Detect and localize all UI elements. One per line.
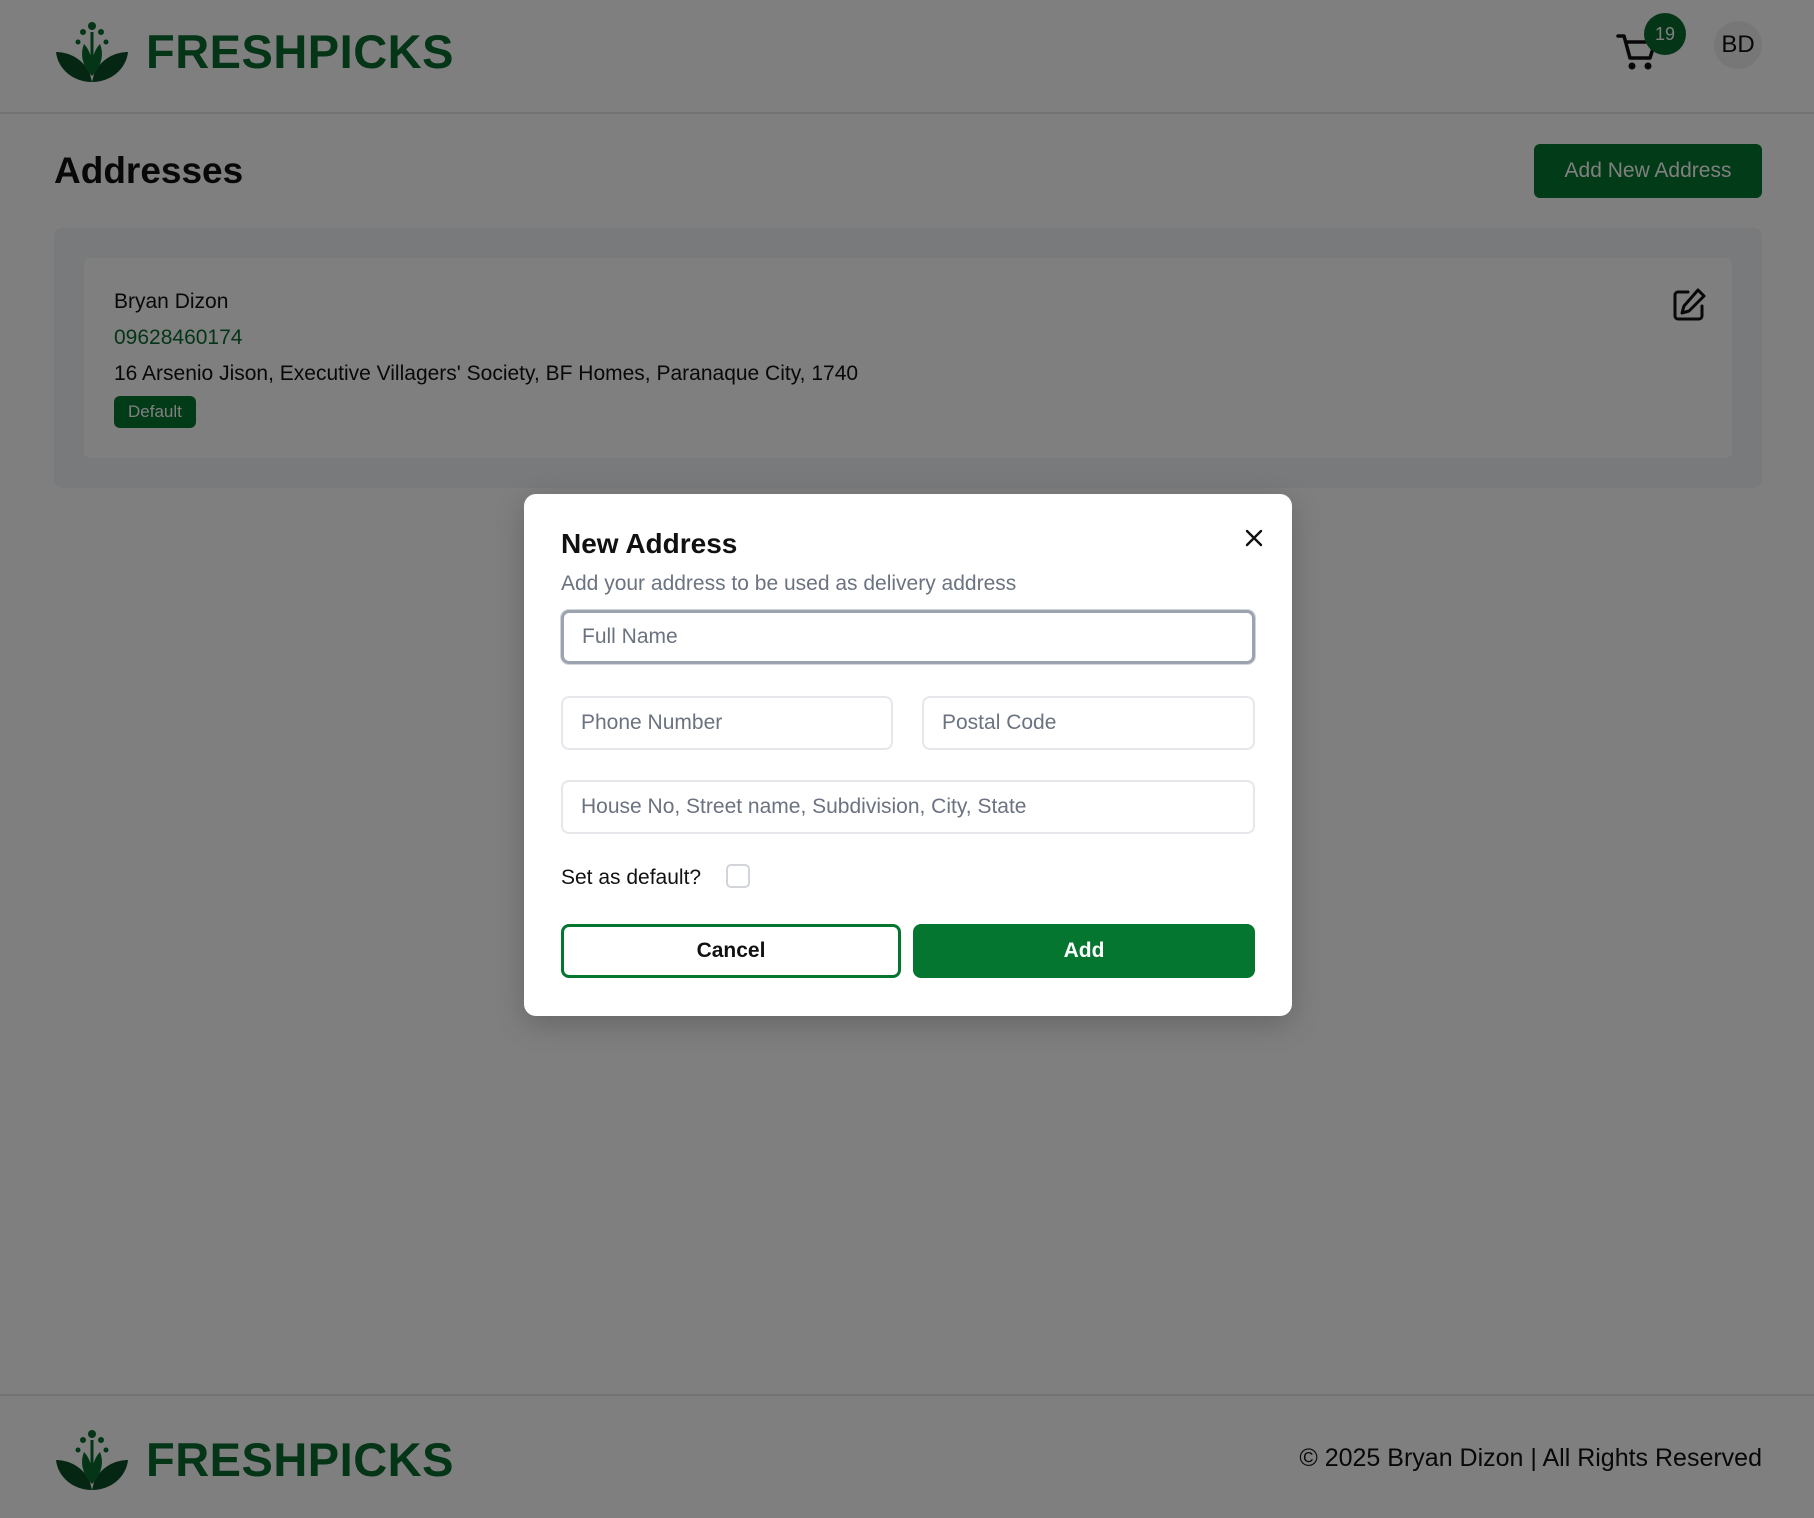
postal-code-input[interactable] (922, 696, 1255, 750)
dialog-subtitle: Add your address to be used as delivery … (561, 572, 1017, 595)
cancel-button[interactable]: Cancel (561, 924, 901, 978)
set-default-label: Set as default? (561, 866, 702, 889)
add-button[interactable]: Add (913, 924, 1255, 978)
set-default-checkbox[interactable] (726, 864, 750, 888)
new-address-dialog: New Address Add your address to be used … (524, 494, 1292, 1016)
close-icon[interactable] (1234, 518, 1274, 558)
phone-number-input[interactable] (561, 696, 893, 750)
dialog-title: New Address (561, 528, 738, 559)
street-address-input[interactable] (561, 780, 1255, 834)
full-name-input[interactable] (561, 610, 1255, 664)
